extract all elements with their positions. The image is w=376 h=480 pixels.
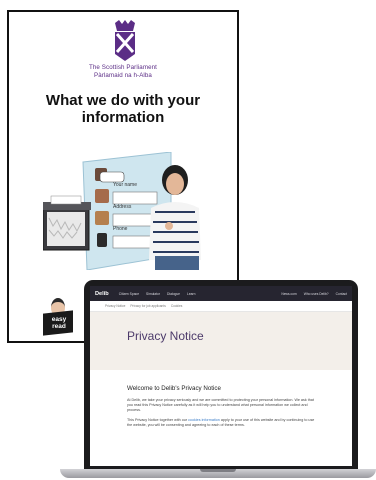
nav-who-uses-delib[interactable]: Who uses Delib? — [304, 292, 329, 296]
form-field-label: Phone — [113, 226, 128, 232]
nav-dialogue[interactable]: Dialogue — [167, 292, 180, 296]
easy-read-logo: easy read — [39, 292, 79, 340]
nav-news[interactable]: News.com — [281, 292, 296, 296]
nav-citizen-space[interactable]: Citizen Space — [119, 292, 139, 296]
form-field-label: Address — [113, 204, 132, 210]
parliament-name: The Scottish Parliament Pàrlamaid na h-A… — [9, 64, 237, 79]
nav-contact[interactable]: Contact — [336, 292, 347, 296]
nav-right-group: News.com Who uses Delib? Contact — [274, 292, 347, 296]
paper-shredder-illustration — [43, 195, 91, 251]
top-navigation: Delib Citizen Space Simulator Dialogue L… — [90, 286, 352, 301]
parliament-name-gaelic: Pàrlamaid na h-Alba — [94, 71, 152, 79]
breadcrumb-job-applicants[interactable]: Privacy for job applicants — [130, 304, 165, 308]
cookies-paragraph-start: This Privacy Notice together with our — [127, 417, 189, 422]
illustration: Your name Address Phone — [43, 152, 201, 270]
cookies-information-link[interactable]: cookies information — [188, 418, 220, 422]
breadcrumb: Privacy Notice Privacy for job applicant… — [90, 301, 352, 312]
page-hero: Privacy Notice — [90, 312, 352, 370]
page-title: Privacy Notice — [127, 329, 204, 343]
breadcrumb-privacy-notice[interactable]: Privacy Notice — [105, 304, 125, 308]
intro-paragraph: At Delib, we take your privacy seriously… — [127, 398, 314, 413]
parliament-name-english: The Scottish Parliament — [89, 64, 157, 71]
breadcrumb-cookies[interactable]: Cookies — [171, 304, 183, 308]
form-field-label: Your name — [113, 182, 137, 188]
page-content: Welcome to Delib's Privacy Notice At Del… — [90, 370, 317, 428]
cookies-paragraph: This Privacy Notice together with our co… — [127, 418, 317, 428]
nav-simulator[interactable]: Simulator — [146, 292, 160, 296]
nav-learn[interactable]: Learn — [187, 292, 195, 296]
scottish-parliament-crest-icon — [115, 20, 135, 61]
booklet-title: What we do with your information — [45, 92, 201, 126]
delib-logo[interactable]: Delib — [95, 291, 109, 297]
welcome-heading: Welcome to Delib's Privacy Notice — [127, 385, 221, 392]
easy-read-label: easy read — [51, 316, 67, 330]
laptop-screen: Delib Citizen Space Simulator Dialogue L… — [90, 286, 352, 466]
laptop-notch — [200, 469, 236, 472]
